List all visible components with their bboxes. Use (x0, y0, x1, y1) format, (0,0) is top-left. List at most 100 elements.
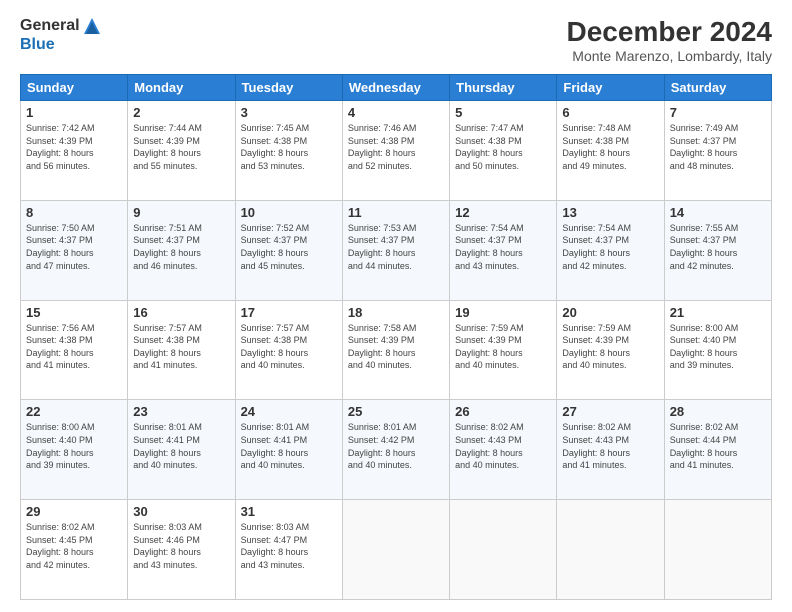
calendar-cell: 18 Sunrise: 7:58 AM Sunset: 4:39 PM Dayli… (342, 300, 449, 400)
day-number: 1 (26, 105, 122, 120)
day-info: Sunrise: 7:57 AM Sunset: 4:38 PM Dayligh… (241, 322, 337, 372)
day-number: 5 (455, 105, 551, 120)
day-number: 30 (133, 504, 229, 519)
day-info: Sunrise: 8:01 AM Sunset: 4:41 PM Dayligh… (133, 421, 229, 471)
calendar-cell: 3Sunrise: 7:45 AM Sunset: 4:38 PM Daylig… (235, 101, 342, 201)
calendar-cell: 6 Sunrise: 7:48 AM Sunset: 4:38 PM Daylig… (557, 101, 664, 201)
day-number: 12 (455, 205, 551, 220)
logo-icon (82, 16, 102, 36)
calendar-cell (557, 500, 664, 600)
day-number: 10 (241, 205, 337, 220)
day-number: 26 (455, 404, 551, 419)
day-number: 7 (670, 105, 766, 120)
day-number: 31 (241, 504, 337, 519)
day-info: Sunrise: 7:51 AM Sunset: 4:37 PM Dayligh… (133, 222, 229, 272)
day-number: 2 (133, 105, 229, 120)
calendar-header-row: SundayMondayTuesdayWednesdayThursdayFrid… (21, 75, 772, 101)
day-info: Sunrise: 7:42 AM Sunset: 4:39 PM Dayligh… (26, 122, 122, 172)
day-info: Sunrise: 7:59 AM Sunset: 4:39 PM Dayligh… (455, 322, 551, 372)
day-info: Sunrise: 7:59 AM Sunset: 4:39 PM Dayligh… (562, 322, 658, 372)
calendar-cell: 8Sunrise: 7:50 AM Sunset: 4:37 PM Daylig… (21, 200, 128, 300)
day-number: 20 (562, 305, 658, 320)
day-info: Sunrise: 8:00 AM Sunset: 4:40 PM Dayligh… (26, 421, 122, 471)
calendar-week-2: 8Sunrise: 7:50 AM Sunset: 4:37 PM Daylig… (21, 200, 772, 300)
day-info: Sunrise: 8:02 AM Sunset: 4:43 PM Dayligh… (562, 421, 658, 471)
day-info: Sunrise: 7:46 AM Sunset: 4:38 PM Dayligh… (348, 122, 444, 172)
header: General Blue December 2024 Monte Marenzo… (20, 16, 772, 64)
page: General Blue December 2024 Monte Marenzo… (0, 0, 792, 612)
calendar-cell: 11 Sunrise: 7:53 AM Sunset: 4:37 PM Dayli… (342, 200, 449, 300)
calendar-cell: 25 Sunrise: 8:01 AM Sunset: 4:42 PM Dayli… (342, 400, 449, 500)
day-number: 23 (133, 404, 229, 419)
calendar-cell (450, 500, 557, 600)
calendar-cell: 12 Sunrise: 7:54 AM Sunset: 4:37 PM Dayli… (450, 200, 557, 300)
day-number: 6 (562, 105, 658, 120)
calendar-cell: 4Sunrise: 7:46 AM Sunset: 4:38 PM Daylig… (342, 101, 449, 201)
calendar-cell: 24 Sunrise: 8:01 AM Sunset: 4:41 PM Dayli… (235, 400, 342, 500)
day-info: Sunrise: 8:03 AM Sunset: 4:46 PM Dayligh… (133, 521, 229, 571)
day-info: Sunrise: 7:54 AM Sunset: 4:37 PM Dayligh… (455, 222, 551, 272)
calendar-cell: 29Sunrise: 8:02 AM Sunset: 4:45 PM Dayli… (21, 500, 128, 600)
day-number: 29 (26, 504, 122, 519)
day-number: 28 (670, 404, 766, 419)
calendar-cell: 16 Sunrise: 7:57 AM Sunset: 4:38 PM Dayli… (128, 300, 235, 400)
day-number: 14 (670, 205, 766, 220)
logo-general-text: General (20, 17, 80, 35)
day-number: 18 (348, 305, 444, 320)
title-section: December 2024 Monte Marenzo, Lombardy, I… (567, 16, 772, 64)
logo: General Blue (20, 16, 102, 54)
calendar-cell: 1 Sunrise: 7:42 AM Sunset: 4:39 PM Daylig… (21, 101, 128, 201)
calendar-cell: 13Sunrise: 7:54 AM Sunset: 4:37 PM Dayli… (557, 200, 664, 300)
day-number: 15 (26, 305, 122, 320)
day-number: 3 (241, 105, 337, 120)
calendar-cell: 17 Sunrise: 7:57 AM Sunset: 4:38 PM Dayli… (235, 300, 342, 400)
day-info: Sunrise: 8:03 AM Sunset: 4:47 PM Dayligh… (241, 521, 337, 571)
day-number: 21 (670, 305, 766, 320)
calendar-cell: 7 Sunrise: 7:49 AM Sunset: 4:37 PM Daylig… (664, 101, 771, 201)
calendar-header-monday: Monday (128, 75, 235, 101)
day-info: Sunrise: 7:53 AM Sunset: 4:37 PM Dayligh… (348, 222, 444, 272)
day-info: Sunrise: 7:55 AM Sunset: 4:37 PM Dayligh… (670, 222, 766, 272)
calendar-cell: 28 Sunrise: 8:02 AM Sunset: 4:44 PM Dayli… (664, 400, 771, 500)
day-info: Sunrise: 8:01 AM Sunset: 4:42 PM Dayligh… (348, 421, 444, 471)
logo-blue-text: Blue (20, 36, 55, 54)
calendar-cell: 14 Sunrise: 7:55 AM Sunset: 4:37 PM Dayli… (664, 200, 771, 300)
calendar-cell (342, 500, 449, 600)
day-number: 19 (455, 305, 551, 320)
calendar-cell: 5 Sunrise: 7:47 AM Sunset: 4:38 PM Daylig… (450, 101, 557, 201)
calendar-cell: 22Sunrise: 8:00 AM Sunset: 4:40 PM Dayli… (21, 400, 128, 500)
day-number: 11 (348, 205, 444, 220)
calendar-week-3: 15 Sunrise: 7:56 AM Sunset: 4:38 PM Dayli… (21, 300, 772, 400)
subtitle: Monte Marenzo, Lombardy, Italy (567, 48, 772, 64)
calendar-header-tuesday: Tuesday (235, 75, 342, 101)
calendar-cell: 2Sunrise: 7:44 AM Sunset: 4:39 PM Daylig… (128, 101, 235, 201)
calendar-header-sunday: Sunday (21, 75, 128, 101)
day-info: Sunrise: 7:47 AM Sunset: 4:38 PM Dayligh… (455, 122, 551, 172)
day-info: Sunrise: 7:52 AM Sunset: 4:37 PM Dayligh… (241, 222, 337, 272)
calendar-cell: 23 Sunrise: 8:01 AM Sunset: 4:41 PM Dayli… (128, 400, 235, 500)
day-info: Sunrise: 8:00 AM Sunset: 4:40 PM Dayligh… (670, 322, 766, 372)
calendar-cell (664, 500, 771, 600)
day-info: Sunrise: 8:01 AM Sunset: 4:41 PM Dayligh… (241, 421, 337, 471)
day-info: Sunrise: 7:54 AM Sunset: 4:37 PM Dayligh… (562, 222, 658, 272)
day-info: Sunrise: 8:02 AM Sunset: 4:44 PM Dayligh… (670, 421, 766, 471)
day-number: 17 (241, 305, 337, 320)
calendar-week-4: 22Sunrise: 8:00 AM Sunset: 4:40 PM Dayli… (21, 400, 772, 500)
calendar-cell: 9Sunrise: 7:51 AM Sunset: 4:37 PM Daylig… (128, 200, 235, 300)
calendar-cell: 26Sunrise: 8:02 AM Sunset: 4:43 PM Dayli… (450, 400, 557, 500)
calendar-cell: 27 Sunrise: 8:02 AM Sunset: 4:43 PM Dayli… (557, 400, 664, 500)
day-number: 27 (562, 404, 658, 419)
day-info: Sunrise: 7:50 AM Sunset: 4:37 PM Dayligh… (26, 222, 122, 272)
calendar-header-friday: Friday (557, 75, 664, 101)
calendar-cell: 19 Sunrise: 7:59 AM Sunset: 4:39 PM Dayli… (450, 300, 557, 400)
day-number: 25 (348, 404, 444, 419)
day-info: Sunrise: 7:49 AM Sunset: 4:37 PM Dayligh… (670, 122, 766, 172)
day-info: Sunrise: 7:56 AM Sunset: 4:38 PM Dayligh… (26, 322, 122, 372)
day-info: Sunrise: 7:58 AM Sunset: 4:39 PM Dayligh… (348, 322, 444, 372)
day-info: Sunrise: 7:48 AM Sunset: 4:38 PM Dayligh… (562, 122, 658, 172)
day-number: 24 (241, 404, 337, 419)
calendar-cell: 30 Sunrise: 8:03 AM Sunset: 4:46 PM Dayli… (128, 500, 235, 600)
day-info: Sunrise: 7:57 AM Sunset: 4:38 PM Dayligh… (133, 322, 229, 372)
calendar-week-1: 1 Sunrise: 7:42 AM Sunset: 4:39 PM Daylig… (21, 101, 772, 201)
day-number: 16 (133, 305, 229, 320)
